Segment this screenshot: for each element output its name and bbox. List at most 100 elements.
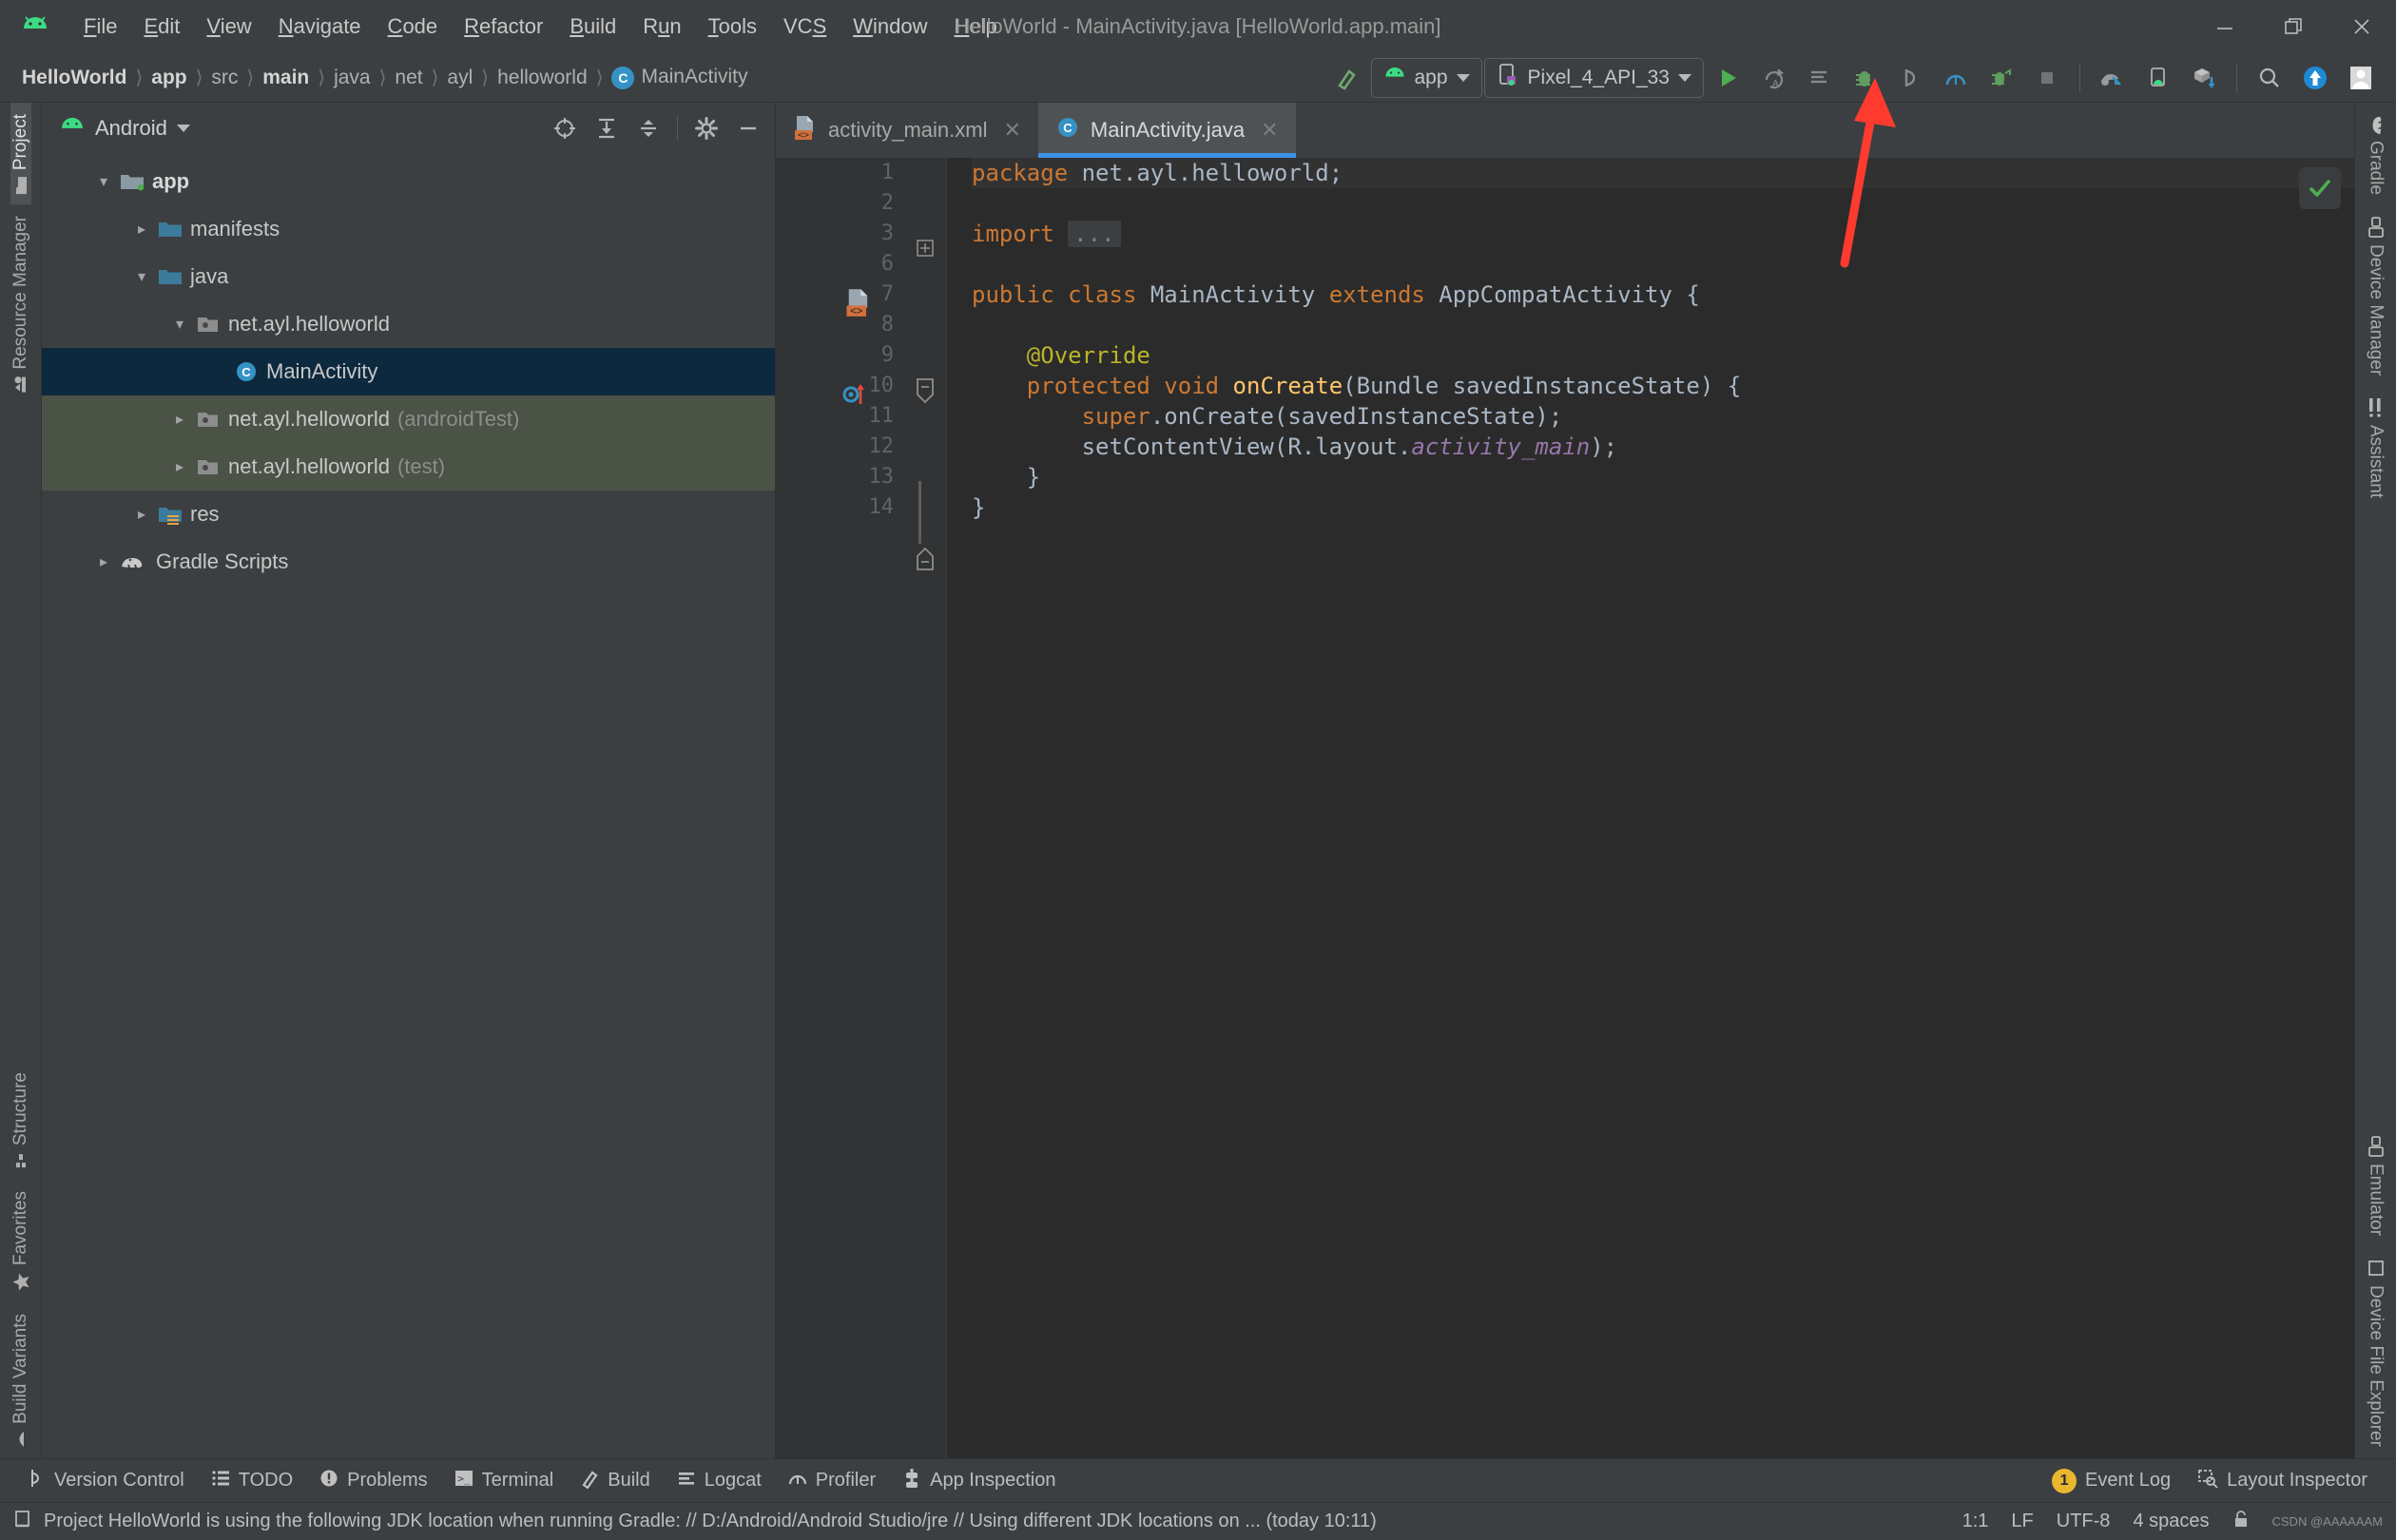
collapsed-imports-marker[interactable]: ... <box>1068 221 1121 247</box>
status-message-icon[interactable] <box>13 1510 32 1534</box>
sidebar-item-build-variants[interactable]: Build Variants <box>10 1302 31 1458</box>
menu-code[interactable]: Code <box>375 9 452 45</box>
settings-gear-icon[interactable] <box>687 110 725 146</box>
menu-edit[interactable]: Edit <box>130 9 193 45</box>
hide-panel-icon[interactable] <box>729 110 767 146</box>
tool-window-logcat[interactable]: Logcat <box>664 1464 775 1498</box>
overriding-method-icon[interactable] <box>842 381 867 412</box>
breadcrumb-item-3[interactable]: main <box>258 65 314 91</box>
tree-node-gradle-scripts[interactable]: ▸ Gradle Scripts <box>42 538 775 586</box>
tool-window-event-log[interactable]: 1 Event Log <box>2039 1464 2184 1498</box>
select-opened-file-icon[interactable] <box>546 110 584 146</box>
device-selector[interactable]: Pixel_4_API_33 <box>1483 57 1704 98</box>
sdk-manager-icon[interactable] <box>2182 58 2226 98</box>
line-separator[interactable]: LF <box>2011 1511 2033 1532</box>
read-only-lock-icon[interactable] <box>2232 1510 2250 1534</box>
close-icon[interactable]: ✕ <box>1261 118 1278 143</box>
run-with-coverage-icon[interactable] <box>1980 58 2023 98</box>
chevron-right-icon[interactable]: ▸ <box>167 410 192 429</box>
expand-all-icon[interactable] <box>588 110 626 146</box>
apply-code-changes-icon[interactable] <box>1797 58 1841 98</box>
menu-tools[interactable]: Tools <box>695 9 770 45</box>
sidebar-item-resource-manager[interactable]: Resource Manager <box>10 204 31 404</box>
breadcrumb-item-8[interactable]: C MainActivity <box>607 64 752 91</box>
gradle-sync-icon[interactable] <box>2091 58 2135 98</box>
status-message[interactable]: Project HelloWorld is using the followin… <box>44 1511 1377 1532</box>
update-arrow-icon[interactable] <box>2293 58 2337 98</box>
tool-window-build[interactable]: Build <box>567 1463 663 1499</box>
sidebar-item-device-file-explorer[interactable]: Device File Explorer <box>2366 1247 2386 1458</box>
project-view-selector-label[interactable]: Android <box>95 116 167 141</box>
sidebar-item-structure[interactable]: Structure <box>10 1061 31 1180</box>
editor-tab-activity-main-xml[interactable]: <> activity_main.xml ✕ <box>776 103 1038 158</box>
tool-window-terminal[interactable]: >_ Terminal <box>441 1464 568 1498</box>
breadcrumb-item-0[interactable]: HelloWorld <box>17 65 131 91</box>
attach-debugger-icon[interactable] <box>1888 58 1932 98</box>
stop-icon[interactable] <box>2025 58 2069 98</box>
sidebar-item-emulator[interactable]: Emulator <box>2365 1126 2387 1247</box>
collapse-all-icon[interactable] <box>629 110 667 146</box>
sidebar-item-gradle[interactable]: Gradle <box>2364 103 2388 206</box>
indent-setting[interactable]: 4 spaces <box>2133 1511 2209 1532</box>
debug-bug-icon[interactable] <box>1843 58 1886 98</box>
tree-node-manifests[interactable]: ▸ manifests <box>42 205 775 253</box>
tool-window-todo[interactable]: TODO <box>198 1464 306 1498</box>
tree-node-package-androidtest[interactable]: ▸ net.ayl.helloworld (androidTest) <box>42 395 775 443</box>
breadcrumb-item-4[interactable]: java <box>329 65 376 91</box>
menu-refactor[interactable]: Refactor <box>451 9 556 45</box>
tool-window-version-control[interactable]: Version Control <box>13 1463 198 1499</box>
menu-view[interactable]: View <box>193 9 264 45</box>
hammer-build-icon[interactable] <box>1325 58 1369 98</box>
breadcrumb-item-1[interactable]: app <box>146 65 191 91</box>
tree-node-java[interactable]: ▾ java <box>42 253 775 300</box>
minimize-icon[interactable] <box>2191 0 2259 53</box>
restore-icon[interactable] <box>2259 0 2328 53</box>
run-configuration-selector[interactable]: app <box>1370 57 1482 98</box>
chevron-down-icon[interactable]: ▾ <box>167 315 192 334</box>
user-avatar-icon[interactable] <box>2339 58 2383 98</box>
tool-window-profiler[interactable]: Profiler <box>775 1464 889 1498</box>
sidebar-item-project[interactable]: Project <box>10 103 31 205</box>
menu-file[interactable]: File <box>70 9 130 45</box>
tree-node-package-main[interactable]: ▾ net.ayl.helloworld <box>42 300 775 348</box>
close-icon[interactable]: ✕ <box>1003 118 1020 143</box>
tree-node-package-test[interactable]: ▸ net.ayl.helloworld (test) <box>42 443 775 491</box>
tool-window-problems[interactable]: Problems <box>306 1464 440 1498</box>
code-folding-column[interactable] <box>907 158 947 1458</box>
chevron-right-icon[interactable]: ▸ <box>91 552 116 571</box>
related-layout-file-icon[interactable]: <> <box>844 287 873 323</box>
menu-window[interactable]: Window <box>840 9 940 45</box>
tree-node-app[interactable]: ▾ app <box>42 158 775 205</box>
run-play-icon[interactable] <box>1706 58 1749 98</box>
fold-collapse-end-icon[interactable] <box>913 546 937 579</box>
breadcrumb-item-7[interactable]: helloworld <box>493 65 592 91</box>
chevron-down-icon[interactable] <box>176 125 190 132</box>
inspection-ok-check-icon[interactable] <box>2299 167 2341 209</box>
close-icon[interactable] <box>2328 0 2396 53</box>
caret-position[interactable]: 1:1 <box>1962 1511 1989 1532</box>
sidebar-item-assistant[interactable]: Assistant <box>2365 387 2387 510</box>
chevron-down-icon[interactable]: ▾ <box>129 267 154 286</box>
chevron-right-icon[interactable]: ▸ <box>129 505 154 524</box>
editor-tab-mainactivity-java[interactable]: C MainActivity.java ✕ <box>1037 103 1296 158</box>
menu-run[interactable]: Run <box>629 9 694 45</box>
tree-node-mainactivity[interactable]: C MainActivity <box>42 348 775 395</box>
code-editor[interactable]: 1 2 3 6 7 8 9 10 11 12 13 14 <> package … <box>776 78 2354 1458</box>
avd-manager-icon[interactable] <box>2136 58 2180 98</box>
chevron-right-icon[interactable]: ▸ <box>129 220 154 239</box>
file-encoding[interactable]: UTF-8 <box>2057 1511 2111 1532</box>
breadcrumb-item-5[interactable]: net <box>390 65 427 91</box>
profiler-icon[interactable] <box>1934 58 1978 98</box>
sidebar-item-device-manager[interactable]: Device Manager <box>2365 206 2387 387</box>
fold-expand-import-icon[interactable] <box>915 238 936 263</box>
search-icon[interactable] <box>2248 58 2291 98</box>
chevron-right-icon[interactable]: ▸ <box>167 457 192 476</box>
tree-node-res[interactable]: ▸ res <box>42 491 775 538</box>
menu-help[interactable]: Help <box>941 9 1011 45</box>
sidebar-item-favorites[interactable]: Favorites <box>10 1180 31 1302</box>
breadcrumb-item-2[interactable]: src <box>206 65 242 91</box>
chevron-down-icon[interactable]: ▾ <box>91 172 116 191</box>
menu-navigate[interactable]: Navigate <box>265 9 375 45</box>
menu-build[interactable]: Build <box>556 9 629 45</box>
tool-window-layout-inspector[interactable]: Layout Inspector <box>2184 1464 2381 1498</box>
